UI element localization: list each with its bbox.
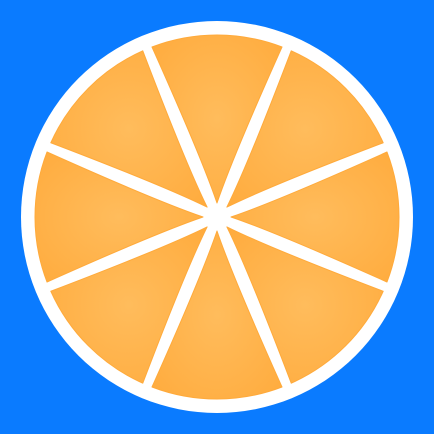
app-icon [0, 0, 434, 434]
